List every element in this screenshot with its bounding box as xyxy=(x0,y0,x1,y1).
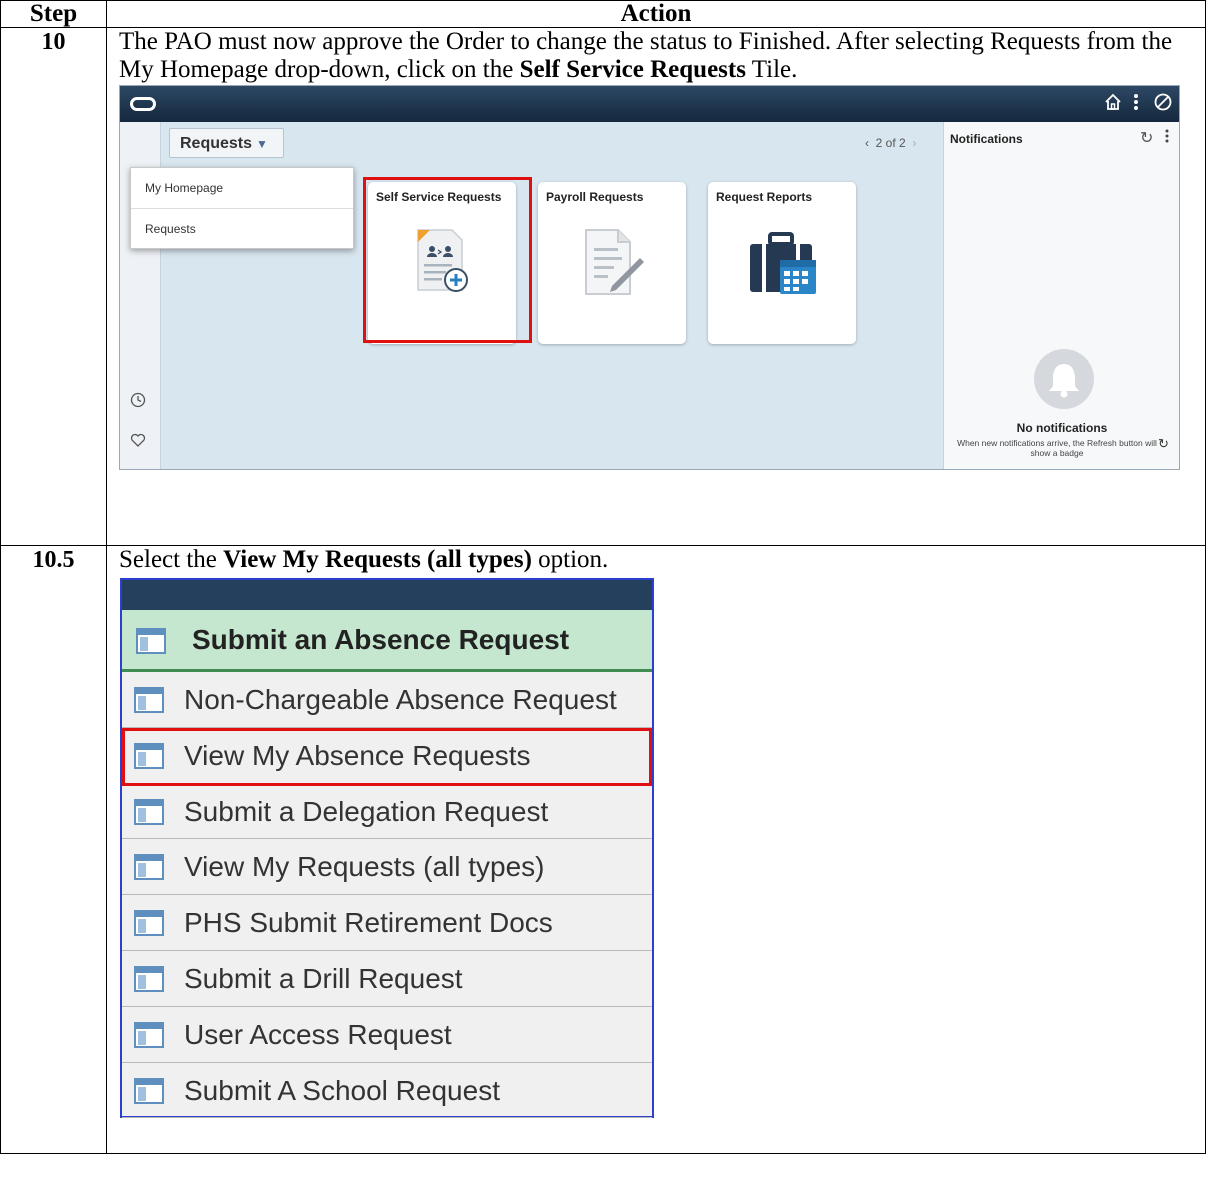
refresh-icon[interactable]: ↻ xyxy=(1140,128,1153,148)
menu-item[interactable]: Submit a Delegation Request xyxy=(122,784,652,840)
no-notifications-message: When new notifications arrive, the Refre… xyxy=(957,438,1157,458)
briefcase-calendar-icon xyxy=(750,232,816,294)
menu-item-label: Submit A School Request xyxy=(184,1074,500,1106)
menu-item-label: View My Requests (all types) xyxy=(184,851,545,883)
menu-item[interactable]: Non-Chargeable Absence Request xyxy=(122,672,652,728)
menu-item[interactable]: Submit a Drill Request xyxy=(122,951,652,1007)
step-instruction: Select the View My Requests (all types) … xyxy=(107,546,1205,574)
menu-header-label: Submit an Absence Request xyxy=(192,624,570,655)
menu-item-label: Non-Chargeable Absence Request xyxy=(184,684,617,715)
next-page-icon[interactable]: › xyxy=(912,136,916,150)
actions-menu-icon[interactable] xyxy=(1124,92,1148,118)
action-column-header: Action xyxy=(106,0,1206,28)
tile-highlight-box xyxy=(363,177,532,343)
step-row: 10.5 Select the View My Requests (all ty… xyxy=(0,545,1206,1154)
menu-item[interactable]: PHS Submit Retirement Docs xyxy=(122,895,652,951)
payroll-document-edit-icon xyxy=(585,229,644,295)
navbar-icon[interactable] xyxy=(1151,92,1175,118)
page-icon xyxy=(134,910,164,937)
menu-item[interactable]: Submit A School Request xyxy=(122,1063,652,1119)
step-action: The PAO must now approve the Order to ch… xyxy=(106,27,1206,546)
step-number: 10.5 xyxy=(0,545,107,1154)
menu-item-label: PHS Submit Retirement Docs xyxy=(184,907,553,939)
page-icon xyxy=(134,687,164,713)
homepage-selector-label: Requests xyxy=(180,135,253,152)
absence-menu-screenshot: Submit an Absence Request Non-Chargeable… xyxy=(120,578,654,1119)
instruction-text: Select the xyxy=(119,546,224,573)
previous-page-icon[interactable]: ‹ xyxy=(865,136,869,150)
menu-item[interactable]: View My Requests (all types) xyxy=(122,839,652,896)
steps-table: Step Action 10 The PAO must now approve … xyxy=(0,0,1206,1154)
document-page: Step Action 10 The PAO must now approve … xyxy=(0,0,1206,1197)
menu-item-highlight-box xyxy=(122,728,652,786)
notifications-title: Notifications xyxy=(950,132,1023,146)
page-icon xyxy=(134,854,164,881)
step-row: 10 The PAO must now approve the Order to… xyxy=(0,27,1206,546)
favorites-heart-icon[interactable] xyxy=(130,432,146,453)
page-icon xyxy=(134,965,164,992)
no-notifications-title: No notifications xyxy=(1016,421,1108,435)
menu-item-label: User Access Request xyxy=(184,1018,452,1050)
menu-item[interactable]: User Access Request xyxy=(122,1007,652,1063)
homepage-selector-button[interactable]: Requests ▼ xyxy=(169,128,284,158)
tile-request-reports[interactable]: Request Reports xyxy=(708,182,856,344)
tile-title: Payroll Requests xyxy=(546,190,644,204)
step-instruction: The PAO must now approve the Order to ch… xyxy=(107,28,1205,84)
page-icon xyxy=(134,1021,164,1048)
step-number: 10 xyxy=(0,27,107,546)
instruction-text-end: Tile. xyxy=(745,56,798,83)
menu-top-bar xyxy=(122,580,652,610)
step-column-header: Step xyxy=(0,0,107,28)
dropdown-item-requests[interactable]: Requests xyxy=(131,208,353,248)
bell-icon xyxy=(1034,349,1094,409)
page-icon xyxy=(136,628,166,654)
recent-clock-icon[interactable] xyxy=(130,392,146,413)
dropdown-item-my-homepage[interactable]: My Homepage xyxy=(131,168,353,208)
notifications-menu-icon[interactable] xyxy=(1162,127,1172,150)
homepage-dropdown-menu: My Homepage Requests xyxy=(130,167,354,249)
menu-header[interactable]: Submit an Absence Request xyxy=(122,610,652,672)
instruction-bold: View My Requests (all types) xyxy=(223,546,532,573)
homepage-screenshot: Requests ▼ ‹ 2 of 2 › Self Service Reques… xyxy=(119,85,1180,470)
page-indicator: ‹ 2 of 2 › xyxy=(865,136,916,150)
tile-title: Request Reports xyxy=(716,190,813,204)
page-icon xyxy=(134,798,164,825)
tile-payroll-requests[interactable]: Payroll Requests xyxy=(538,182,686,344)
home-icon[interactable] xyxy=(1101,92,1125,118)
table-header-row: Step Action xyxy=(0,0,1206,28)
refresh-badge-icon: ↻ xyxy=(1158,436,1169,451)
page-indicator-text: 2 of 2 xyxy=(875,136,906,150)
instruction-bold: Self Service Requests xyxy=(519,56,746,83)
top-banner xyxy=(120,86,1179,122)
notifications-panel: Notifications ↻ No notifications When ne… xyxy=(943,122,1179,469)
instruction-text-end: option. xyxy=(531,546,609,573)
menu-item-label: Submit a Delegation Request xyxy=(184,795,549,827)
page-icon xyxy=(134,1077,164,1104)
chevron-down-icon: ▼ xyxy=(256,137,268,151)
step-action: Select the View My Requests (all types) … xyxy=(106,545,1206,1154)
menu-item-label: Submit a Drill Request xyxy=(184,962,463,994)
oracle-logo-icon[interactable] xyxy=(130,97,156,111)
